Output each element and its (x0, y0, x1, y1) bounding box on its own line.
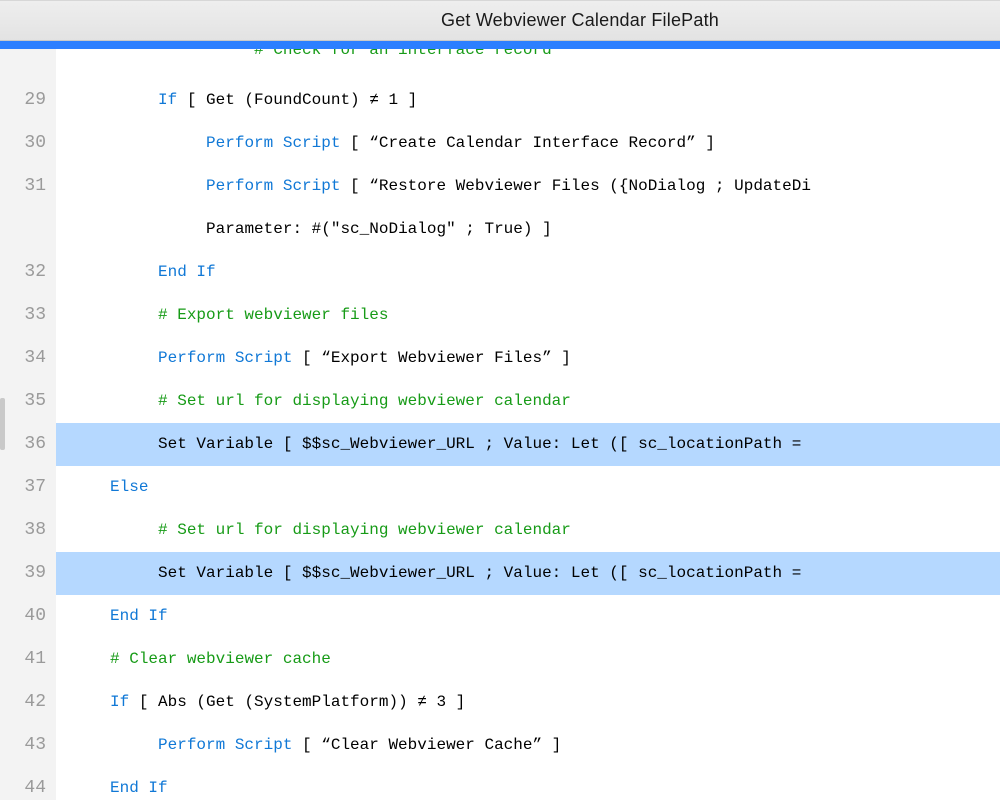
gutter-line-number: 37 (0, 466, 56, 509)
gutter-line-number: 35 (0, 380, 56, 423)
comment-text: # Check for an interface record (254, 49, 552, 59)
script-line-content[interactable]: Perform Script [ “Create Calendar Interf… (56, 122, 1000, 165)
window-titlebar[interactable]: Get Webviewer Calendar FilePath (0, 0, 1000, 41)
code-text: Set Variable [ $$sc_Webviewer_URL ; Valu… (158, 435, 811, 453)
script-line-selected[interactable]: 36 Set Variable [ $$sc_Webviewer_URL ; V… (0, 423, 1000, 466)
gutter-line-number: 30 (0, 122, 56, 165)
script-line-content[interactable]: If [ Abs (Get (SystemPlatform)) ≠ 3 ] (56, 681, 1000, 724)
code-text: [ Abs (Get (SystemPlatform)) ≠ 3 ] (129, 693, 465, 711)
script-line-content[interactable]: End If (56, 767, 1000, 800)
script-line[interactable]: 31 Perform Script [ “Restore Webviewer F… (0, 165, 1000, 208)
keyword: Perform Script (206, 177, 340, 195)
script-line[interactable]: 33 # Export webviewer files (0, 294, 1000, 337)
keyword: If (110, 693, 129, 711)
title-accent-bar (0, 41, 1000, 49)
script-line[interactable]: 42 If [ Abs (Get (SystemPlatform)) ≠ 3 ] (0, 681, 1000, 724)
script-line-content[interactable]: If [ Get (FoundCount) ≠ 1 ] (56, 79, 1000, 122)
script-line[interactable]: 34 Perform Script [ “Export Webviewer Fi… (0, 337, 1000, 380)
script-line-content[interactable]: Set Variable [ $$sc_Webviewer_URL ; Valu… (56, 423, 1000, 466)
script-line-content[interactable]: Perform Script [ “Restore Webviewer File… (56, 165, 1000, 208)
comment-text: # Set url for displaying webviewer calen… (158, 521, 571, 539)
gutter-line-number: 41 (0, 638, 56, 681)
script-line[interactable]: 37 Else (0, 466, 1000, 509)
window-title: Get Webviewer Calendar FilePath (281, 10, 719, 31)
script-line-continuation[interactable]: Parameter: #("sc_NoDialog" ; True) ] (0, 208, 1000, 251)
keyword: End If (110, 779, 168, 797)
script-line[interactable]: 38 # Set url for displaying webviewer ca… (0, 509, 1000, 552)
gutter-line-number: 32 (0, 251, 56, 294)
script-line-selected[interactable]: 39 Set Variable [ $$sc_Webviewer_URL ; V… (0, 552, 1000, 595)
gutter-line-number: 43 (0, 724, 56, 767)
script-line-content[interactable]: End If (56, 595, 1000, 638)
gutter-line-number: 33 (0, 294, 56, 337)
script-line[interactable]: 29 If [ Get (FoundCount) ≠ 1 ] (0, 79, 1000, 122)
keyword: End If (110, 607, 168, 625)
script-line-content[interactable]: # Clear webviewer cache (56, 638, 1000, 681)
code-text: [ “Export Webviewer Files” ] (292, 349, 570, 367)
gutter-line-number: 36 (0, 423, 56, 466)
code-text: [ “Clear Webviewer Cache” ] (292, 736, 561, 754)
comment-text: # Export webviewer files (158, 306, 388, 324)
script-line-content[interactable]: Perform Script [ “Clear Webviewer Cache”… (56, 724, 1000, 767)
keyword: End If (158, 263, 216, 281)
gutter-line-number: 40 (0, 595, 56, 638)
script-line-content[interactable]: Perform Script [ “Export Webviewer Files… (56, 337, 1000, 380)
script-line[interactable]: 41 # Clear webviewer cache (0, 638, 1000, 681)
gutter-line-number: 44 (0, 767, 56, 800)
code-text: Set Variable [ $$sc_Webviewer_URL ; Valu… (158, 564, 811, 582)
script-line-content[interactable]: # Export webviewer files (56, 294, 1000, 337)
script-line[interactable]: 43 Perform Script [ “Clear Webviewer Cac… (0, 724, 1000, 767)
gutter-line-number: 31 (0, 165, 56, 208)
keyword: If (158, 91, 177, 109)
keyword: Else (110, 478, 148, 496)
script-line[interactable]: 30 Perform Script [ “Create Calendar Int… (0, 122, 1000, 165)
script-line-content[interactable]: Else (56, 466, 1000, 509)
comment-text: # Clear webviewer cache (110, 650, 331, 668)
script-line[interactable]: 40 End If (0, 595, 1000, 638)
gutter-line-number: 42 (0, 681, 56, 724)
script-line-content[interactable]: End If (56, 251, 1000, 294)
script-editor[interactable]: 28 # Check for an interface record 29 If… (0, 49, 1000, 800)
script-editor-window: Get Webviewer Calendar FilePath 28 # Che… (0, 0, 1000, 800)
script-line-content[interactable]: # Set url for displaying webviewer calen… (56, 509, 1000, 552)
script-line[interactable]: 44 End If (0, 767, 1000, 800)
code-text: [ Get (FoundCount) ≠ 1 ] (177, 91, 417, 109)
keyword: Perform Script (206, 134, 340, 152)
keyword: Perform Script (158, 349, 292, 367)
script-line[interactable]: 28 # Check for an interface record (0, 49, 1000, 79)
script-line-content[interactable]: # Set url for displaying webviewer calen… (56, 380, 1000, 423)
code-text: [ “Create Calendar Interface Record” ] (340, 134, 714, 152)
left-scrollbar[interactable] (0, 98, 5, 800)
gutter-line-number: 34 (0, 337, 56, 380)
keyword: Perform Script (158, 736, 292, 754)
gutter-line-number: 38 (0, 509, 56, 552)
gutter-line-number: 29 (0, 79, 56, 122)
script-line-content[interactable]: Parameter: #("sc_NoDialog" ; True) ] (56, 208, 1000, 251)
script-line-content[interactable]: Set Variable [ $$sc_Webviewer_URL ; Valu… (56, 552, 1000, 595)
script-line[interactable]: 35 # Set url for displaying webviewer ca… (0, 380, 1000, 423)
script-line-content[interactable]: # Check for an interface record (56, 49, 1000, 63)
scrollbar-thumb[interactable] (0, 398, 5, 450)
gutter-line-number: 39 (0, 552, 56, 595)
script-line[interactable]: 32 End If (0, 251, 1000, 294)
gutter-line-number (0, 208, 56, 251)
gutter-line-number: 28 (0, 49, 56, 79)
comment-text: # Set url for displaying webviewer calen… (158, 392, 571, 410)
code-text: [ “Restore Webviewer Files ({NoDialog ; … (340, 177, 810, 195)
code-text: Parameter: #("sc_NoDialog" ; True) ] (206, 220, 552, 238)
